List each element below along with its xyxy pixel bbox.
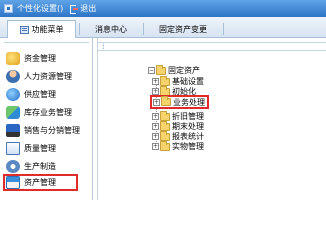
expand-icon[interactable]: + (152, 143, 159, 150)
folder-icon (160, 75, 170, 86)
tree-panel-header (98, 42, 326, 51)
app-icon (4, 4, 13, 13)
menu-icon (19, 25, 29, 34)
sidebar-item-label: 销售与分销管理 (24, 126, 80, 135)
sidebar-item-quality-management[interactable]: 质量管理 (6, 140, 90, 157)
folder-icon (160, 140, 170, 151)
sidebar-item-label: 供应管理 (24, 90, 56, 99)
sidebar-header-line (4, 42, 89, 46)
truck-icon (6, 124, 20, 137)
sidebar-item-label: 资金管理 (24, 54, 56, 63)
supply-globe-icon (6, 88, 20, 101)
personalize-settings-label: 个性化设置() (17, 4, 64, 13)
expand-icon[interactable]: + (152, 78, 159, 85)
folder-open-icon (156, 64, 166, 75)
tab-function-menu[interactable]: 功能菜单 (7, 20, 76, 38)
tree-node-label: 实物管理 (172, 142, 204, 151)
exit-label: 退出 (80, 4, 97, 13)
exit-icon (69, 4, 79, 14)
tab-fixed-asset-change[interactable]: 固定资产变更 (146, 20, 220, 38)
tab-message-center[interactable]: 消息中心 (82, 20, 140, 38)
tree-node-business-processing[interactable]: + 业务处理 (150, 95, 209, 109)
folder-icon (160, 110, 170, 121)
tab-strip: 功能菜单 消息中心 固定资产变更 (0, 17, 326, 38)
expand-icon[interactable]: + (152, 123, 159, 130)
inventory-icon (6, 106, 20, 119)
function-tree-panel: − 固定资产 + 基础设置 + 初始化 + 业务处理 + 折旧管理 + 期末处理… (97, 38, 326, 200)
sidebar-item-production[interactable]: 生产制造 (6, 158, 90, 175)
sidebar-item-sales-distribution[interactable]: 销售与分销管理 (6, 122, 90, 139)
expand-icon[interactable]: + (152, 133, 159, 140)
sidebar-item-label: 质量管理 (24, 144, 56, 153)
sidebar-item-asset-management[interactable]: 资产管理 (3, 174, 78, 191)
tab-divider (223, 23, 224, 35)
tree-node-label: 固定资产 (168, 66, 200, 75)
tree-node-physical-asset[interactable]: + 实物管理 (152, 140, 204, 152)
exit-menu[interactable]: 退出 (69, 3, 96, 14)
expand-icon[interactable]: + (152, 88, 159, 95)
folder-icon (160, 120, 170, 131)
person-icon (6, 70, 20, 83)
sidebar-item-hr-management[interactable]: 人力资源管理 (6, 68, 90, 85)
personalize-settings-menu[interactable]: 个性化设置() (17, 3, 63, 14)
tab-label: 固定资产变更 (159, 24, 207, 34)
module-sidebar: 资金管理 人力资源管理 供应管理 库存业务管理 销售与分销管理 质量管理 生产制… (0, 38, 93, 200)
tab-label: 消息中心 (95, 24, 127, 34)
sidebar-item-supply-management[interactable]: 供应管理 (6, 86, 90, 103)
sidebar-item-label: 库存业务管理 (24, 108, 72, 117)
tree-node-root[interactable]: − 固定资产 (148, 64, 200, 76)
tab-divider (79, 23, 80, 35)
coins-icon (6, 52, 20, 65)
folder-icon (161, 96, 171, 106)
gear-icon (6, 160, 20, 173)
tab-divider (143, 23, 144, 35)
expand-icon[interactable]: + (152, 113, 159, 120)
document-icon (6, 142, 20, 155)
folder-icon (160, 130, 170, 141)
tree-node-label: 业务处理 (173, 97, 205, 107)
collapse-icon[interactable]: − (148, 67, 155, 74)
tab-label: 功能菜单 (31, 25, 64, 34)
sidebar-item-fund-management[interactable]: 资金管理 (6, 50, 90, 67)
expand-icon[interactable]: + (153, 98, 160, 106)
sidebar-item-label: 人力资源管理 (24, 72, 72, 81)
title-bar: 个性化设置() 退出 (0, 0, 326, 17)
home-icon (6, 176, 20, 189)
sidebar-item-inventory-management[interactable]: 库存业务管理 (6, 104, 90, 121)
sidebar-item-label: 资产管理 (24, 178, 56, 187)
sidebar-item-label: 生产制造 (24, 162, 56, 171)
